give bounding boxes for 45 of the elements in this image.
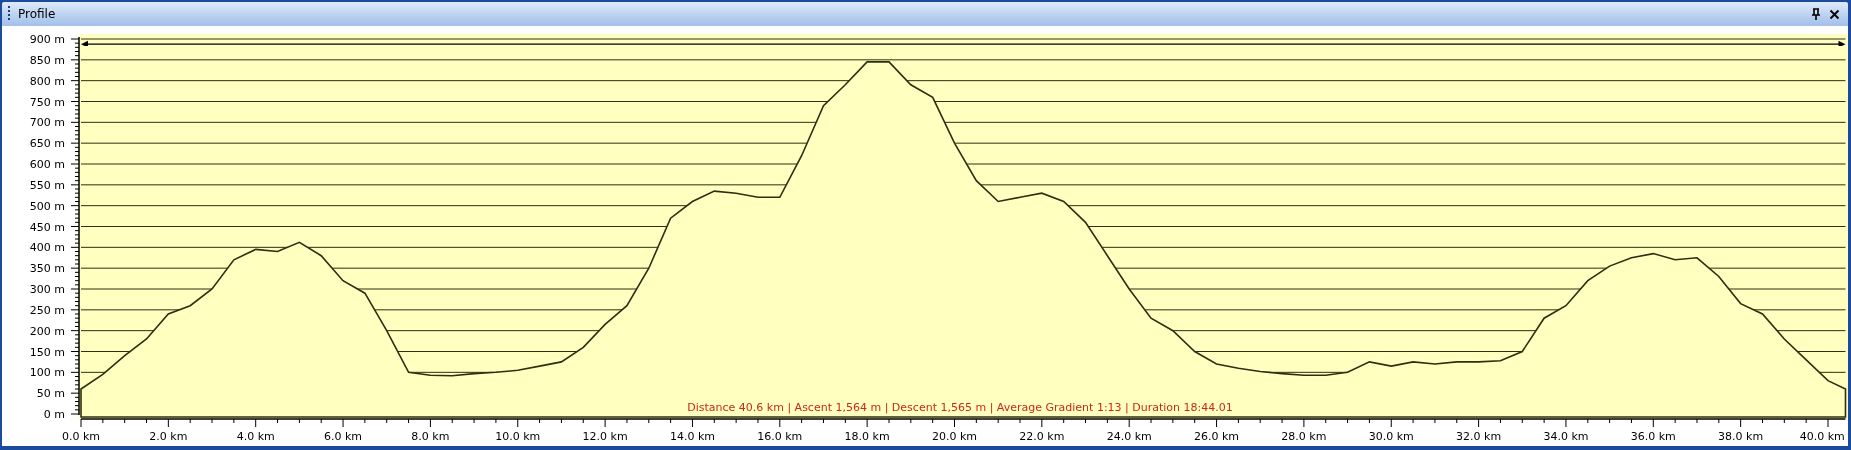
x-tick-label: 18.0 km — [844, 430, 890, 443]
y-tick-label: 600 m — [29, 158, 65, 171]
x-tick-label: 16.0 km — [757, 430, 803, 443]
y-tick-label: 150 m — [29, 345, 65, 359]
x-tick-label: 24.0 km — [1106, 430, 1152, 443]
x-tick-label: 6.0 km — [324, 430, 363, 443]
x-tick-label: 40.0 km — [1799, 430, 1845, 443]
x-tick-label: 4.0 km — [236, 430, 275, 443]
y-tick-label: 850 m — [29, 53, 65, 67]
close-icon[interactable] — [1829, 8, 1840, 20]
y-tick-label: 800 m — [29, 74, 65, 88]
x-tick-label: 34.0 km — [1543, 430, 1589, 443]
x-tick-label: 26.0 km — [1194, 430, 1240, 443]
window-title: Profile — [18, 7, 56, 21]
x-tick-label: 14.0 km — [669, 430, 715, 443]
y-tick-label: 650 m — [29, 137, 65, 151]
y-tick-label: 450 m — [29, 220, 65, 234]
x-tick-label: 8.0 km — [411, 430, 450, 443]
y-tick-label: 300 m — [29, 283, 65, 296]
x-tick-label: 10.0 km — [495, 430, 541, 443]
y-tick-label: 900 m — [29, 33, 65, 46]
x-tick-label: 36.0 km — [1630, 430, 1676, 443]
x-tick-label: 2.0 km — [149, 430, 188, 443]
y-tick-label: 400 m — [29, 241, 65, 255]
y-tick-label: 750 m — [29, 95, 65, 109]
x-tick-label: 0.0 km — [61, 430, 101, 443]
y-tick-label: 700 m — [29, 116, 65, 130]
x-tick-label: 38.0 km — [1718, 430, 1764, 443]
x-tick-label: 32.0 km — [1456, 430, 1502, 443]
x-tick-label: 12.0 km — [582, 430, 628, 443]
y-tick-label: 100 m — [29, 366, 65, 380]
x-tick-label: 28.0 km — [1281, 430, 1327, 443]
y-tick-label: 350 m — [29, 262, 65, 276]
y-tick-label: 500 m — [29, 199, 65, 213]
y-tick-label: 200 m — [29, 324, 65, 338]
x-tick-label: 30.0 km — [1368, 430, 1414, 443]
y-tick-label: 550 m — [29, 178, 65, 192]
x-tick-label: 22.0 km — [1019, 430, 1065, 443]
y-tick-label: 0 m — [43, 408, 65, 421]
x-tick-label: 20.0 km — [931, 430, 978, 443]
pin-icon[interactable] — [1811, 8, 1821, 20]
route-summary: Distance 40.6 km | Ascent 1,564 m | Descent 1,565 m | Average Gradient 1:13 | Duration 18:44.01 — [687, 401, 1233, 414]
range-arrow[interactable] — [81, 40, 1846, 46]
y-tick-label: 50 m — [36, 387, 65, 401]
y-tick-label: 250 m — [29, 303, 65, 317]
